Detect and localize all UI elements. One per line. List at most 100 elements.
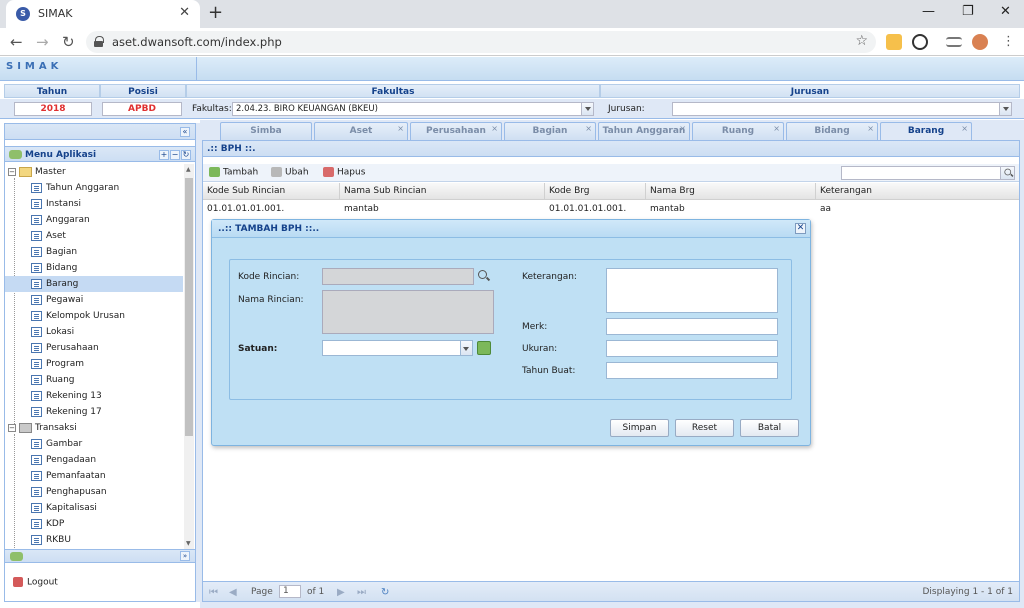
reload-icon[interactable]: ↻ bbox=[62, 33, 75, 51]
refresh-icon[interactable]: ↻ bbox=[181, 150, 191, 160]
logout-link[interactable]: Logout bbox=[13, 577, 58, 588]
add-satuan-icon[interactable] bbox=[477, 341, 491, 355]
grammarly-icon[interactable] bbox=[912, 34, 928, 50]
sidebar-item-pemanfaatan[interactable]: Pemanfaatan bbox=[5, 468, 183, 484]
next-page-icon[interactable]: ▶ bbox=[337, 587, 345, 598]
avatar[interactable] bbox=[972, 34, 988, 50]
sidebar-item-rkbu[interactable]: RKBU bbox=[5, 532, 183, 548]
close-tab-icon[interactable]: × bbox=[397, 120, 404, 137]
sidebar-item-barang[interactable]: Barang bbox=[5, 276, 183, 292]
tab-bagian[interactable]: Bagian × bbox=[504, 122, 596, 140]
close-tab-icon[interactable]: ✕ bbox=[179, 5, 190, 20]
tree-node-master[interactable]: − Master bbox=[5, 164, 183, 180]
sidebar-item-pengadaan[interactable]: Pengadaan bbox=[5, 452, 183, 468]
collapse-all-icon[interactable]: − bbox=[170, 150, 180, 160]
reset-button[interactable]: Reset bbox=[675, 419, 734, 437]
new-tab-icon[interactable]: + bbox=[208, 2, 223, 23]
page-input[interactable]: 1 bbox=[279, 585, 301, 598]
tree-node-transaksi[interactable]: − Transaksi bbox=[5, 420, 183, 436]
omnibox[interactable]: aset.dwansoft.com/index.php ☆ bbox=[86, 31, 876, 53]
posisi-field[interactable]: APBD bbox=[102, 102, 182, 116]
sidebar-item-bagian[interactable]: Bagian bbox=[5, 244, 183, 260]
star-icon[interactable]: ☆ bbox=[855, 33, 868, 49]
satuan-combo[interactable] bbox=[322, 340, 473, 356]
sidebar-item-rekening-17[interactable]: Rekening 17 bbox=[5, 404, 183, 420]
expand-all-icon[interactable]: + bbox=[159, 150, 169, 160]
close-window-icon[interactable]: ✕ bbox=[1000, 4, 1011, 19]
sidebar-item-kelompok-urusan[interactable]: Kelompok Urusan bbox=[5, 308, 183, 324]
sidebar-item-rekening-13[interactable]: Rekening 13 bbox=[5, 388, 183, 404]
table-row[interactable]: 01.01.01.01.001. mantab 01.01.01.01.001.… bbox=[203, 201, 1019, 217]
tahun-buat-field[interactable] bbox=[606, 362, 778, 379]
sidebar-item-ruang[interactable]: Ruang bbox=[5, 372, 183, 388]
kode-rincian-field[interactable] bbox=[322, 268, 474, 285]
dropdown-icon[interactable] bbox=[581, 103, 593, 115]
close-tab-icon[interactable]: × bbox=[491, 120, 498, 137]
sidebar-item-pegawai[interactable]: Pegawai bbox=[5, 292, 183, 308]
extension-icon[interactable] bbox=[886, 34, 902, 50]
expand-icon[interactable]: » bbox=[180, 551, 190, 561]
edit-button[interactable]: Ubah bbox=[271, 167, 309, 178]
column-header[interactable]: Nama Sub Rincian bbox=[340, 183, 545, 200]
sidebar-item-penghapusan[interactable]: Penghapusan bbox=[5, 484, 183, 500]
sidebar-item-aset[interactable]: Aset bbox=[5, 228, 183, 244]
close-tab-icon[interactable]: × bbox=[773, 120, 780, 137]
sidebar-item-tahun-anggaran[interactable]: Tahun Anggaran bbox=[5, 180, 183, 196]
tab-aset[interactable]: Aset × bbox=[314, 122, 408, 140]
close-tab-icon[interactable]: × bbox=[679, 120, 686, 137]
last-page-icon[interactable]: ⏭ bbox=[357, 587, 366, 598]
sidebar-item-kapitalisasi[interactable]: Kapitalisasi bbox=[5, 500, 183, 516]
sidebar-item-lokasi[interactable]: Lokasi bbox=[5, 324, 183, 340]
restore-icon[interactable]: ❐ bbox=[962, 4, 974, 19]
minimize-icon[interactable]: — bbox=[922, 4, 935, 19]
sidebar-scrollbar[interactable]: ▲ ▼ bbox=[184, 164, 194, 549]
scroll-down-icon[interactable]: ▼ bbox=[186, 540, 191, 547]
refresh-icon[interactable]: ↻ bbox=[381, 587, 389, 598]
tab-perusahaan[interactable]: Perusahaan × bbox=[410, 122, 502, 140]
url-text[interactable]: aset.dwansoft.com/index.php bbox=[112, 35, 282, 49]
close-icon[interactable]: ✕ bbox=[795, 223, 806, 234]
sidebar-item-program[interactable]: Program bbox=[5, 356, 183, 372]
collapse-sidebar-icon[interactable]: « bbox=[180, 127, 190, 137]
browser-tab[interactable]: S SIMAK ✕ bbox=[6, 0, 200, 28]
column-header[interactable]: Kode Sub Rincian bbox=[203, 183, 340, 200]
dropdown-icon[interactable] bbox=[999, 103, 1011, 115]
collapse-icon[interactable]: − bbox=[8, 168, 16, 176]
sidebar-item-instansi[interactable]: Instansi bbox=[5, 196, 183, 212]
tab-barang[interactable]: Barang × bbox=[880, 122, 972, 140]
search-icon[interactable] bbox=[476, 269, 491, 284]
forward-icon[interactable]: → bbox=[36, 33, 49, 51]
search-input[interactable] bbox=[841, 166, 1015, 180]
scroll-thumb[interactable] bbox=[185, 178, 193, 436]
search-icon[interactable] bbox=[1000, 167, 1014, 179]
nama-rincian-field[interactable] bbox=[322, 290, 494, 334]
tab-bidang[interactable]: Bidang × bbox=[786, 122, 878, 140]
sidebar-item-gambar[interactable]: Gambar bbox=[5, 436, 183, 452]
sidebar-item-bidang[interactable]: Bidang bbox=[5, 260, 183, 276]
column-header[interactable]: Nama Brg bbox=[646, 183, 816, 200]
tab-ruang[interactable]: Ruang × bbox=[692, 122, 784, 140]
column-header[interactable]: Kode Brg bbox=[545, 183, 646, 200]
close-tab-icon[interactable]: × bbox=[867, 120, 874, 137]
ukuran-field[interactable] bbox=[606, 340, 778, 357]
tab-tahun-anggaran[interactable]: Tahun Anggaran × bbox=[598, 122, 690, 140]
collapse-icon[interactable]: − bbox=[8, 424, 16, 432]
save-button[interactable]: Simpan bbox=[610, 419, 669, 437]
cancel-button[interactable]: Batal bbox=[740, 419, 799, 437]
sidebar-item-anggaran[interactable]: Anggaran bbox=[5, 212, 183, 228]
sidebar-item-perusahaan[interactable]: Perusahaan bbox=[5, 340, 183, 356]
jurusan-combo[interactable] bbox=[672, 102, 1012, 116]
column-header[interactable]: Keterangan bbox=[816, 183, 1019, 200]
scroll-up-icon[interactable]: ▲ bbox=[186, 166, 191, 173]
sidebar-item-kdp[interactable]: KDP bbox=[5, 516, 183, 532]
delete-button[interactable]: Hapus bbox=[323, 167, 365, 178]
close-tab-icon[interactable]: × bbox=[585, 120, 592, 137]
tab-simba[interactable]: Simba bbox=[220, 122, 312, 140]
fakultas-combo[interactable]: 2.04.23. BIRO KEUANGAN (BKEU) bbox=[232, 102, 594, 116]
add-button[interactable]: Tambah bbox=[209, 167, 258, 178]
keterangan-field[interactable] bbox=[606, 268, 778, 313]
merk-field[interactable] bbox=[606, 318, 778, 335]
prev-page-icon[interactable]: ◀ bbox=[229, 587, 237, 598]
tahun-field[interactable]: 2018 bbox=[14, 102, 92, 116]
first-page-icon[interactable]: ⏮ bbox=[209, 587, 218, 598]
